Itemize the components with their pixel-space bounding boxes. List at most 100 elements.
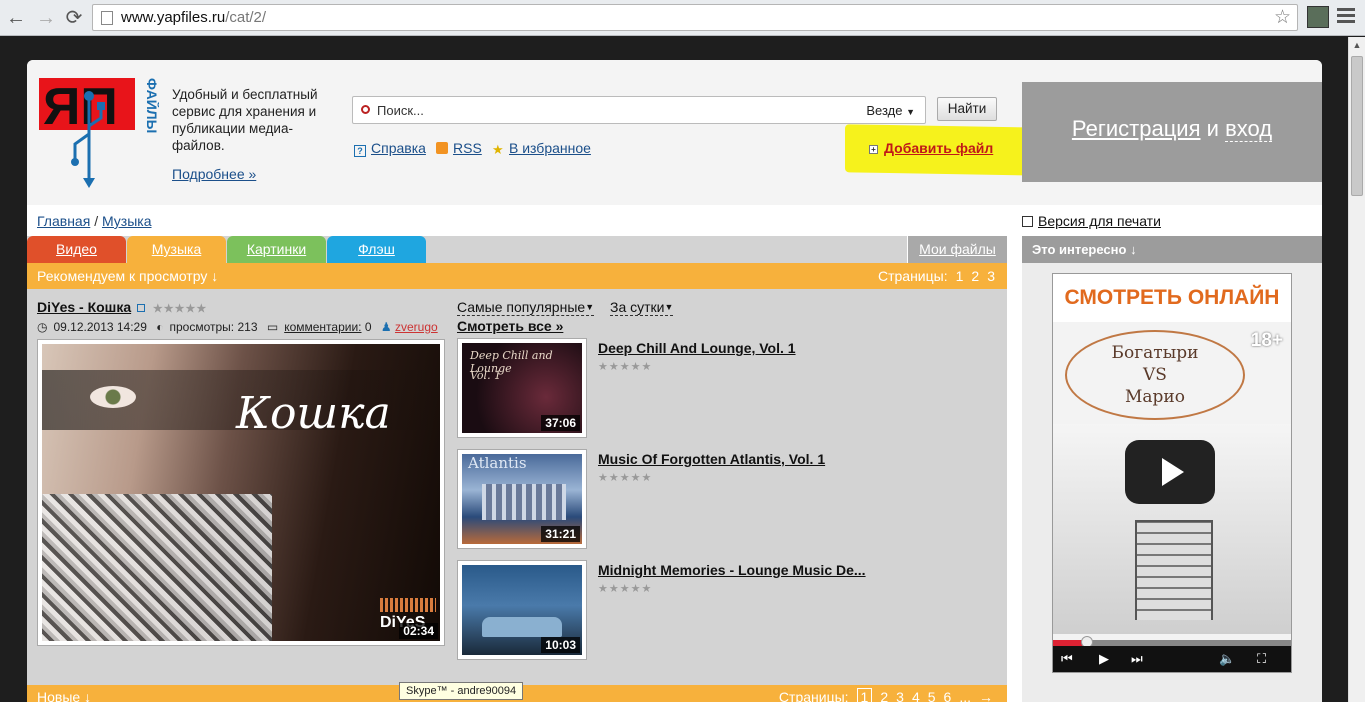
item-title[interactable]: Midnight Memories - Lounge Music De... <box>598 562 866 578</box>
tab-pictures[interactable]: Картинки <box>227 236 326 263</box>
register-link[interactable]: Регистрация <box>1072 116 1201 141</box>
equalizer-graphic <box>380 598 436 612</box>
pager-page[interactable]: 3 <box>896 689 904 702</box>
sort-period-label: За сутки <box>610 299 665 315</box>
comments-icon: ▭ <box>266 320 279 334</box>
pager-page[interactable]: 5 <box>928 689 936 702</box>
address-bar[interactable]: www.yapfiles.ru/cat/2/ ☆ <box>92 4 1298 31</box>
print-version-link[interactable]: Версия для печати <box>1022 213 1161 229</box>
car-graphic <box>482 617 562 637</box>
breadcrumb-current[interactable]: Музыка <box>102 213 152 229</box>
logo-letters: ЯП <box>43 78 118 136</box>
url-host: www.yapfiles.ru <box>121 9 226 26</box>
featured-comments-link[interactable]: комментарии: <box>284 320 361 334</box>
new-label[interactable]: Новые ↓ <box>37 689 91 702</box>
breadcrumb-home[interactable]: Главная <box>37 213 90 229</box>
fast-forward-icon[interactable]: ⏭ <box>1131 651 1143 667</box>
pager-page[interactable]: 2 <box>880 689 888 702</box>
favorites-link[interactable]: ★ В избранное <box>492 140 591 156</box>
tab-music[interactable]: Музыка <box>127 236 226 263</box>
sort-controls: Самые популярные▼ За сутки▼ <box>457 299 685 316</box>
scroll-thumb[interactable] <box>1351 56 1363 196</box>
search-input[interactable] <box>377 99 827 121</box>
user-icon: ♟ <box>380 320 392 334</box>
item-rating[interactable]: ★★★★★ <box>598 360 652 373</box>
item-rating[interactable]: ★★★★★ <box>598 582 652 595</box>
extension-icon[interactable] <box>1307 6 1329 28</box>
registration-panel: Регистрация и вход <box>1022 82 1322 182</box>
sort-period-dropdown[interactable]: За сутки▼ <box>610 299 674 316</box>
tab-my-files[interactable]: Мои файлы <box>907 236 1007 263</box>
back-arrow-icon: ← <box>6 7 26 29</box>
forward-arrow-icon: → <box>36 7 56 29</box>
external-link-icon[interactable] <box>137 304 146 312</box>
sort-popular-dropdown[interactable]: Самые популярные▼ <box>457 299 595 316</box>
pager-next-arrow-icon[interactable]: → <box>979 689 993 702</box>
search-button[interactable]: Найти <box>937 97 997 121</box>
rewind-icon[interactable]: ⏮ <box>1061 651 1073 667</box>
interesting-bar[interactable]: Это интересно ↓ <box>1022 236 1322 263</box>
featured-user[interactable]: zverugo <box>395 320 438 334</box>
reload-button[interactable]: ⟳ <box>62 6 86 30</box>
site-tagline: Удобный и бесплатный сервис для хранения… <box>172 87 318 153</box>
ad-banner[interactable]: СМОТРЕТЬ ОНЛАЙН 18+ Богатыри VS Марио ⏮ … <box>1052 273 1292 673</box>
tab-video[interactable]: Видео <box>27 236 126 263</box>
more-link[interactable]: Подробнее » <box>172 166 256 182</box>
item-thumbnail[interactable]: Atlantis 31:21 <box>457 449 587 549</box>
see-all-link[interactable]: Смотреть все » <box>457 318 563 334</box>
item-thumbnail[interactable]: 10:03 <box>457 560 587 660</box>
pager-page[interactable]: 2 <box>971 268 979 284</box>
featured-thumbnail[interactable]: Кошка DiYeS 02:34 <box>37 339 445 646</box>
recommend-label[interactable]: Рекомендуем к просмотру ↓ <box>37 268 218 284</box>
pager-page[interactable]: 4 <box>912 689 920 702</box>
item-duration: 37:06 <box>541 415 580 431</box>
search-scope-dropdown[interactable]: Везде ▼ <box>866 103 915 118</box>
ad-title: Богатыри VS Марио <box>1065 330 1245 420</box>
scroll-up-icon[interactable]: ▲ <box>1349 37 1365 53</box>
right-column: СМОТРЕТЬ ОНЛАЙН 18+ Богатыри VS Марио ⏮ … <box>1022 263 1322 702</box>
breadcrumb-separator: / <box>94 213 99 229</box>
pager-page[interactable]: 6 <box>944 689 952 702</box>
well-graphic <box>1135 520 1213 620</box>
page-icon <box>101 11 113 25</box>
featured-title[interactable]: DiYes - Кошка <box>37 299 131 315</box>
thumb-subcaption: Vol. 1 <box>470 369 502 382</box>
item-title[interactable]: Deep Chill And Lounge, Vol. 1 <box>598 340 796 356</box>
item-thumbnail[interactable]: Deep Chill and Lounge Vol. 1 37:06 <box>457 338 587 438</box>
ad-age-rating: 18+ <box>1250 330 1283 351</box>
pager-current-page[interactable]: 1 <box>856 688 873 702</box>
item-duration: 31:21 <box>541 526 580 542</box>
play-icon[interactable] <box>1125 440 1215 504</box>
item-rating[interactable]: ★★★★★ <box>598 471 652 484</box>
chevron-down-icon: ▼ <box>664 302 674 312</box>
print-version-label[interactable]: Версия для печати <box>1038 213 1161 229</box>
login-link[interactable]: вход <box>1225 116 1273 142</box>
featured-rating[interactable]: ★★★★★ <box>153 303 207 315</box>
play-small-icon[interactable]: ▶ <box>1099 651 1109 667</box>
featured-title-row: DiYes - Кошка ★★★★★ <box>37 299 207 315</box>
browser-menu-icon[interactable] <box>1337 8 1355 26</box>
plus-icon: + <box>869 145 878 154</box>
tab-flash[interactable]: Флэш <box>327 236 426 263</box>
temple-graphic <box>482 484 566 520</box>
favorites-star-icon: ★ <box>492 142 504 157</box>
site-logo[interactable]: ЯП ФАЙЛЫ <box>39 74 159 190</box>
skype-tooltip: Skype™ - andre90094 <box>399 682 524 700</box>
clock-icon: ◷ <box>37 320 48 334</box>
bookmark-star-icon[interactable]: ☆ <box>1274 5 1291 30</box>
item-title[interactable]: Music Of Forgotten Atlantis, Vol. 1 <box>598 451 825 467</box>
pager-page[interactable]: 1 <box>956 268 964 284</box>
add-file-link[interactable]: + Добавить файл <box>869 140 993 156</box>
content-area: Главная / Музыка Версия для печати Видео… <box>27 205 1322 702</box>
back-button[interactable]: ← <box>4 6 28 30</box>
forward-button[interactable]: → <box>34 6 58 30</box>
help-link[interactable]: ? Справка <box>354 140 426 157</box>
volume-icon[interactable]: 🔈 <box>1219 651 1235 667</box>
recommend-bar: Рекомендуем к просмотру ↓ Страницы: 1 2 3 <box>27 263 1007 289</box>
featured-views: просмотры: 213 <box>169 320 258 334</box>
favorites-link-label: В избранное <box>509 140 591 156</box>
scrollbar[interactable]: ▲ <box>1348 37 1365 702</box>
fullscreen-icon[interactable]: ⛶ <box>1257 651 1266 667</box>
rss-link[interactable]: RSS <box>436 140 482 156</box>
pager-page[interactable]: 3 <box>987 268 995 284</box>
